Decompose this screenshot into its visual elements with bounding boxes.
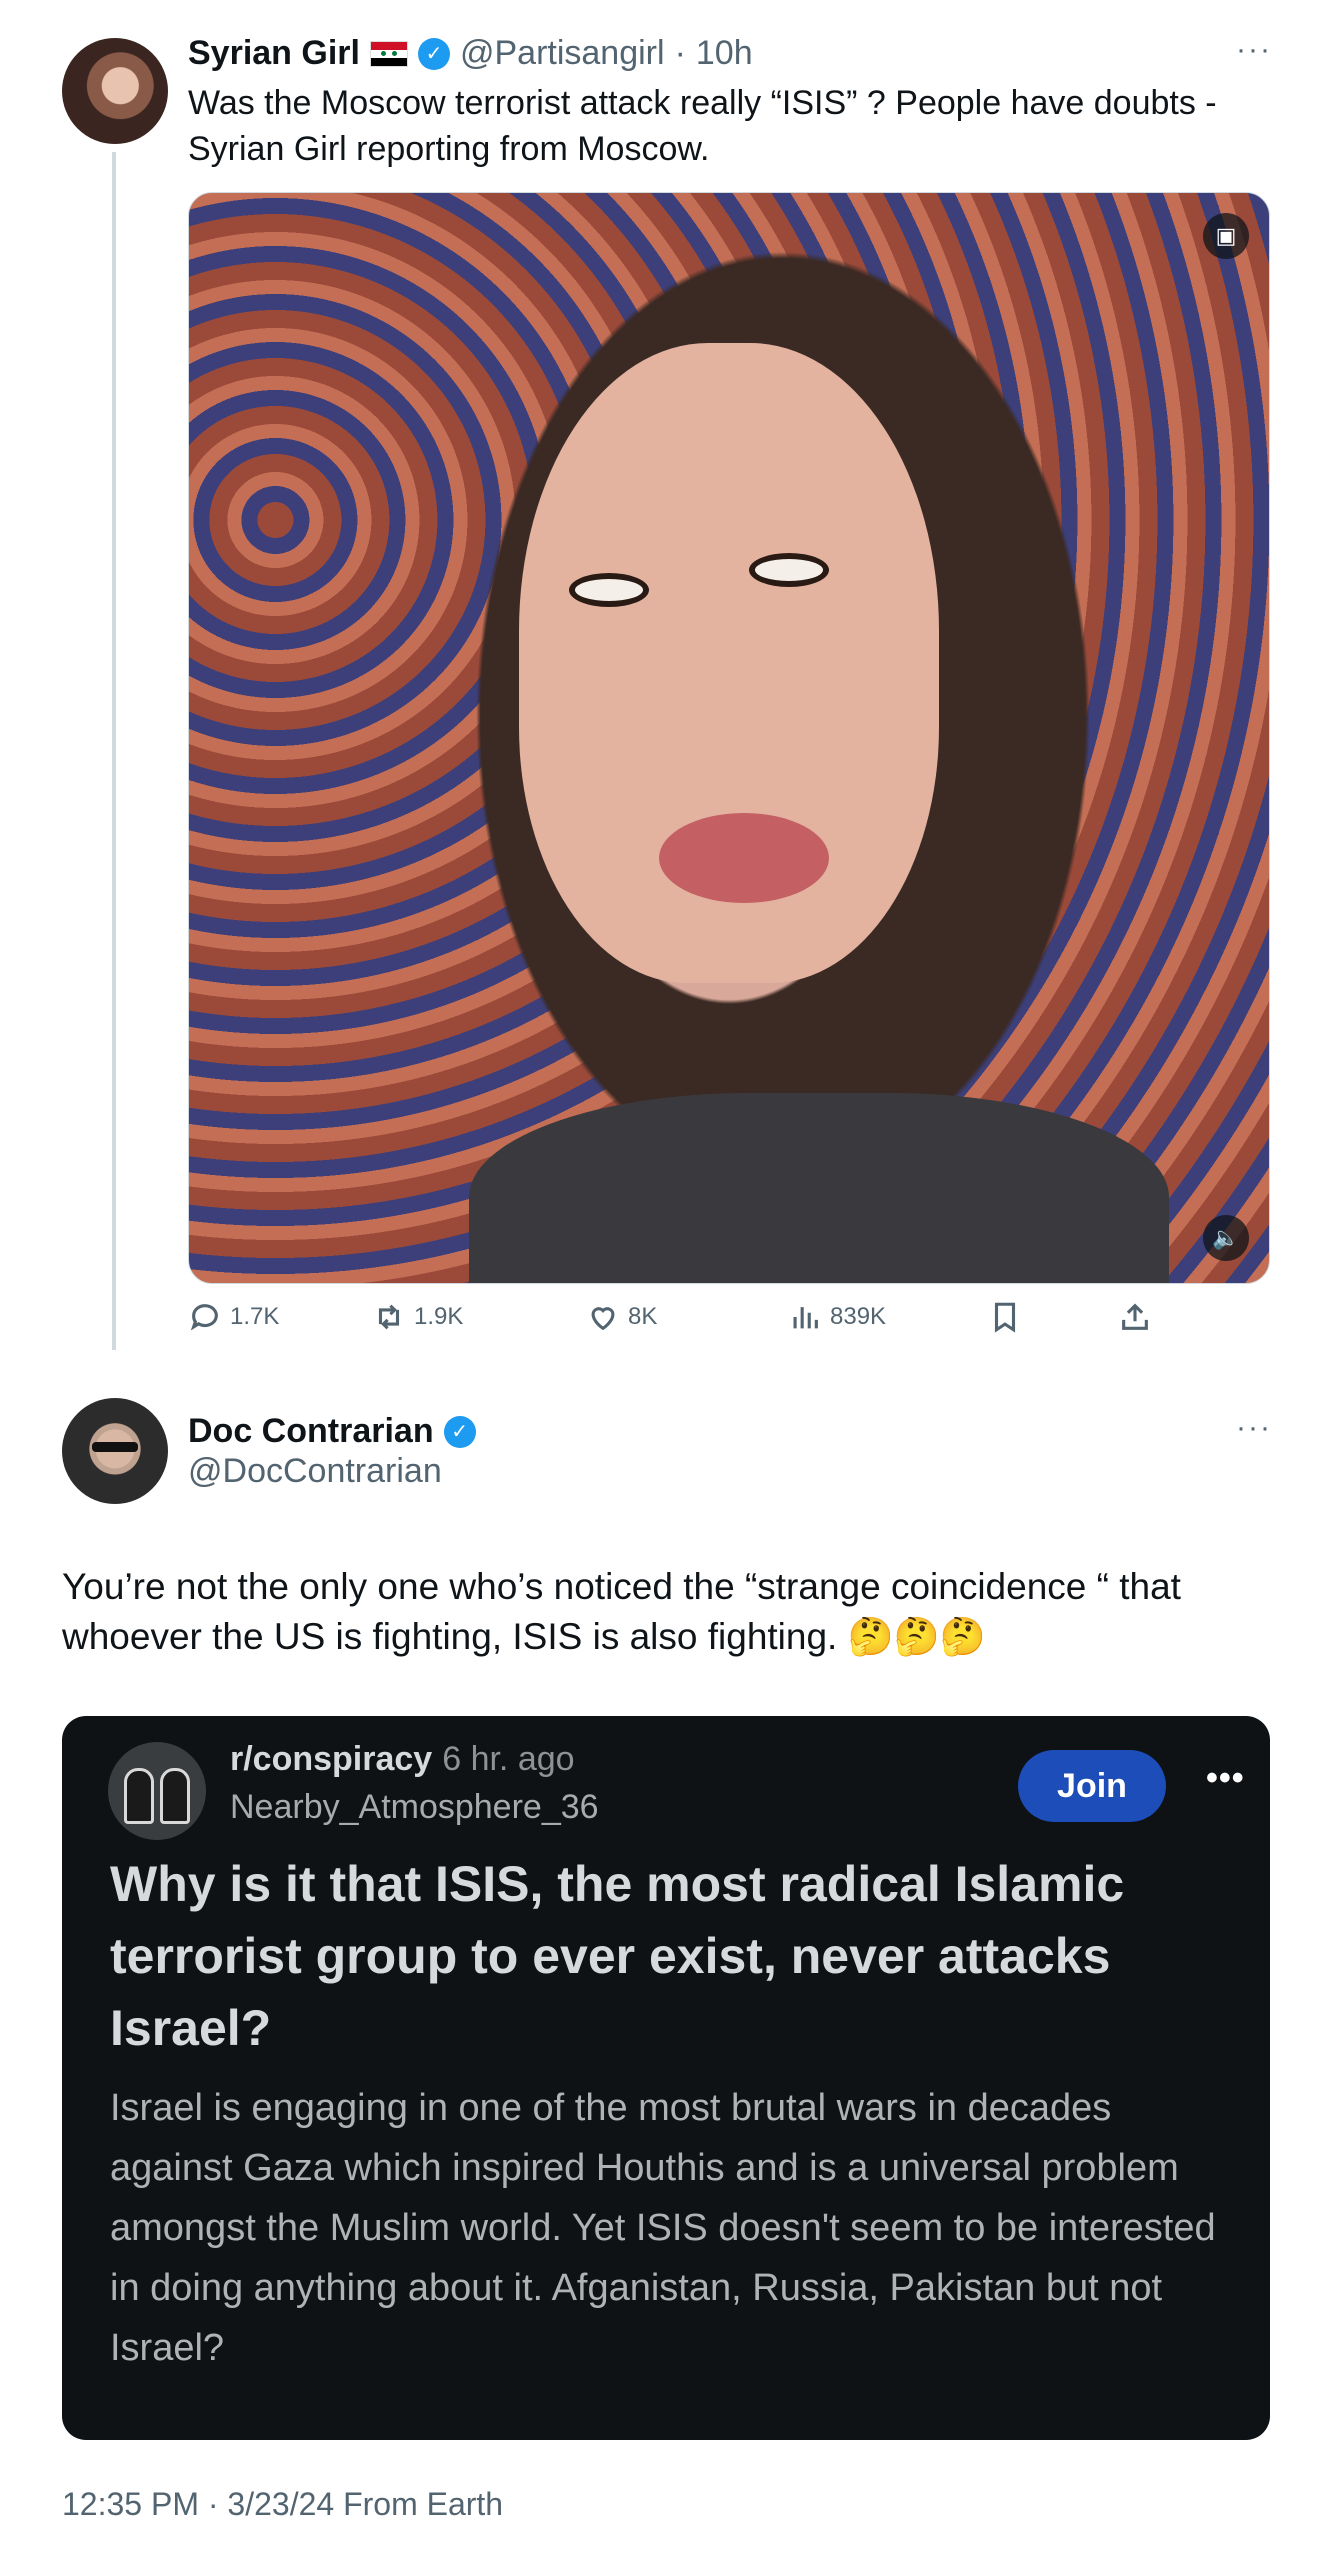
tweet2-more-icon[interactable]: ··· (1236, 1413, 1272, 1443)
reply-icon (190, 1304, 218, 1331)
verified-badge-icon: ✓ (417, 37, 450, 70)
views-button[interactable]: 839K (788, 1300, 886, 1334)
like-count: 8K (628, 1303, 658, 1330)
tweet1-text: Was the Moscow terrorist attack really “… (188, 84, 1217, 168)
reply-count: 1.7K (230, 1303, 280, 1330)
avatar-syrian-girl[interactable] (62, 38, 168, 144)
thread-connector-line (112, 152, 116, 1350)
like-button[interactable]: 8K (586, 1300, 657, 1334)
repost-count: 1.9K (414, 1303, 464, 1330)
tweet2-timestamp[interactable]: 12:35 PM · 3/23/24 From Earth (62, 2486, 503, 2523)
media-alt-icon[interactable]: ▣ (1203, 213, 1249, 259)
video-eye-right (749, 553, 829, 587)
video-shirt (469, 1093, 1169, 1283)
subreddit-name: r/conspiracy (230, 1740, 433, 1778)
tweet1-separator: · (674, 34, 686, 72)
video-mouth (659, 813, 829, 903)
tweet2-display-name[interactable]: Doc Contrarian (188, 1412, 434, 1451)
tweet1-display-name[interactable]: Syrian Girl (188, 34, 360, 73)
post-more-icon: ••• (1206, 1759, 1245, 1797)
subreddit-line: r/conspiracy 6 hr. ago (230, 1740, 575, 1779)
mute-icon[interactable]: 🔈 (1203, 1215, 1249, 1261)
post-body: Israel is engaging in one of the most br… (110, 2087, 1216, 2369)
tweet1-action-bar: 1.7K 1.9K 8K 839K (188, 1300, 1188, 1344)
repost-icon (378, 1304, 400, 1330)
reddit-screenshot-image[interactable]: r/conspiracy 6 hr. ago Nearby_Atmosphere_… (62, 1716, 1270, 2440)
tweet1-video[interactable]: ▣ 🔈 (188, 192, 1270, 1284)
tweet2-handle[interactable]: @DocContrarian (188, 1452, 442, 1491)
tweet1-header: Syrian Girl ✓ @Partisangirl · 10h (188, 34, 753, 73)
post-age: 6 hr. ago (442, 1740, 575, 1778)
tweet2-header: Doc Contrarian ✓ (188, 1412, 476, 1451)
tweet1-handle[interactable]: @Partisangirl (460, 34, 665, 73)
syria-flag-icon (369, 40, 408, 67)
views-chart-icon (793, 1307, 818, 1329)
reply-button[interactable]: 1.7K (188, 1300, 279, 1334)
tweet1-more-icon[interactable]: ··· (1236, 35, 1272, 65)
share-button[interactable] (1118, 1300, 1152, 1334)
verified-badge-icon: ✓ (443, 1415, 476, 1448)
subreddit-avatar-icon (108, 1742, 206, 1840)
post-username: Nearby_Atmosphere_36 (230, 1788, 599, 1826)
video-eye-left (569, 573, 649, 607)
post-title: Why is it that ISIS, the most radical Is… (110, 1856, 1125, 2056)
repost-button[interactable]: 1.9K (372, 1300, 463, 1334)
share-icon (1122, 1303, 1148, 1330)
join-button: Join (1018, 1750, 1166, 1822)
tweet2-text: You’re not the only one who’s noticed th… (62, 1566, 1181, 1657)
bookmark-button[interactable] (988, 1300, 1022, 1334)
avatar-doc-contrarian[interactable] (62, 1398, 168, 1504)
heart-icon (591, 1307, 615, 1331)
tweet1-age[interactable]: 10h (696, 34, 753, 73)
views-count: 839K (830, 1303, 887, 1330)
bookmark-icon (994, 1302, 1016, 1333)
